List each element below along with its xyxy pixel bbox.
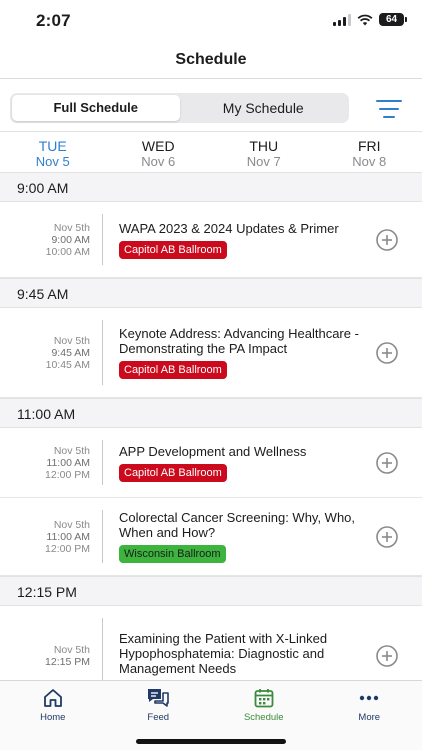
session-row[interactable]: Nov 5th 12:15 PM Examining the Patient w… [0, 606, 422, 680]
session-end: 12:00 PM [45, 468, 90, 481]
my-schedule-button[interactable]: My Schedule [180, 95, 348, 121]
day-date: Nov 6 [141, 154, 176, 169]
time-header: 9:00 AM [0, 172, 422, 202]
battery-icon: 64 [379, 13, 407, 26]
session-times: Nov 5th 12:15 PM [0, 606, 102, 680]
session-times: Nov 5th 11:00 AM 12:00 PM [0, 498, 102, 575]
wifi-icon [357, 14, 373, 25]
session-start: 9:00 AM [51, 233, 90, 246]
status-bar: 2:07 64 [0, 0, 422, 42]
signal-icon [333, 13, 351, 26]
session-title: Keynote Address: Advancing Healthcare - … [119, 326, 359, 356]
session-title: APP Development and Wellness [119, 443, 307, 459]
session-times: Nov 5th 9:00 AM 10:00 AM [0, 202, 102, 277]
session-start: 12:15 PM [45, 655, 90, 668]
day-name: FRI [357, 138, 381, 154]
full-schedule-button[interactable]: Full Schedule [12, 95, 180, 121]
session-start: 9:45 AM [51, 346, 90, 359]
session-row[interactable]: Nov 5th 9:00 AM 10:00 AM WAPA 2023 & 202… [0, 202, 422, 278]
day-tabs: TUE Nov 5 WED Nov 6 THU Nov 7 FRI Nov 8 [0, 131, 422, 173]
tab-label: Feed [147, 712, 170, 723]
session-times: Nov 5th 9:45 AM 10:45 AM [0, 308, 102, 397]
day-date: Nov 8 [352, 154, 387, 169]
session-date: Nov 5th [53, 221, 90, 234]
session-end: 10:00 AM [45, 245, 90, 258]
tab-home[interactable]: Home [0, 681, 106, 750]
session-row[interactable]: Nov 5th 11:00 AM 12:00 PM APP Developmen… [0, 428, 422, 498]
tab-label: Home [40, 712, 66, 723]
add-circle-icon[interactable] [376, 341, 398, 364]
status-time: 2:07 [36, 11, 71, 30]
add-circle-icon[interactable] [376, 525, 398, 548]
calendar-icon [254, 689, 274, 708]
session-list[interactable]: 9:00 AM Nov 5th 9:00 AM 10:00 AM WAPA 20… [0, 172, 422, 680]
more-dots-icon [360, 695, 379, 701]
session-end: 10:45 AM [45, 358, 90, 371]
session-times: Nov 5th 11:00 AM 12:00 PM [0, 428, 102, 497]
segment-row: Full Schedule My Schedule [0, 79, 422, 131]
time-header: 12:15 PM [0, 576, 422, 606]
day-name: WED [141, 138, 175, 154]
add-circle-icon[interactable] [376, 228, 398, 251]
day-name: THU [249, 138, 279, 154]
time-header: 9:45 AM [0, 278, 422, 308]
filter-icon[interactable] [376, 99, 402, 119]
chat-bubbles-icon [148, 689, 170, 707]
day-name: TUE [38, 138, 67, 154]
session-body: APP Development and Wellness Capitol AB … [103, 436, 422, 490]
room-badge: Capitol AB Ballroom [119, 361, 227, 379]
room-badge: Capitol AB Ballroom [119, 240, 227, 259]
session-body: Colorectal Cancer Screening: Why, Who, W… [103, 502, 422, 571]
session-date: Nov 5th [53, 444, 90, 457]
tab-label: More [358, 712, 381, 723]
add-circle-icon[interactable] [376, 644, 398, 667]
page-title: Schedule [175, 51, 247, 68]
tab-label: Schedule [243, 712, 284, 723]
session-start: 11:00 AM [46, 530, 90, 543]
home-indicator [136, 739, 286, 744]
room-badge: Capitol AB Ballroom [119, 463, 227, 482]
session-title: WAPA 2023 & 2024 Updates & Primer [119, 220, 339, 236]
add-circle-icon[interactable] [376, 451, 398, 474]
schedule-segmented-control: Full Schedule My Schedule [10, 93, 349, 123]
day-tab-wed[interactable]: WED Nov 6 [106, 132, 212, 173]
session-row[interactable]: Nov 5th 9:45 AM 10:45 AM Keynote Address… [0, 308, 422, 398]
session-date: Nov 5th [53, 518, 90, 531]
day-tab-thu[interactable]: THU Nov 7 [211, 132, 317, 173]
session-date: Nov 5th [53, 334, 90, 347]
day-tab-fri[interactable]: FRI Nov 8 [317, 132, 422, 173]
session-end: 12:00 PM [45, 542, 90, 555]
day-date: Nov 7 [246, 154, 281, 169]
room-badge: Wisconsin Ballroom [119, 545, 226, 563]
tab-more[interactable]: More [317, 681, 422, 750]
session-row[interactable]: Nov 5th 11:00 AM 12:00 PM Colorectal Can… [0, 498, 422, 576]
time-header: 11:00 AM [0, 398, 422, 428]
day-tab-tue[interactable]: TUE Nov 5 [0, 132, 106, 173]
session-title: Colorectal Cancer Screening: Why, Who, W… [119, 510, 356, 540]
status-icons: 64 [333, 13, 407, 26]
session-date: Nov 5th [53, 643, 90, 656]
session-body: WAPA 2023 & 2024 Updates & Primer Capito… [103, 213, 422, 267]
session-body: Examining the Patient with X-Linked Hypo… [103, 623, 422, 680]
session-body: Keynote Address: Advancing Healthcare - … [103, 318, 422, 387]
session-start: 11:00 AM [46, 456, 90, 469]
home-icon [43, 689, 62, 707]
tab-bar: Home Feed Schedule More [0, 680, 422, 750]
day-date: Nov 5 [35, 154, 70, 169]
session-title: Examining the Patient with X-Linked Hypo… [119, 631, 328, 676]
